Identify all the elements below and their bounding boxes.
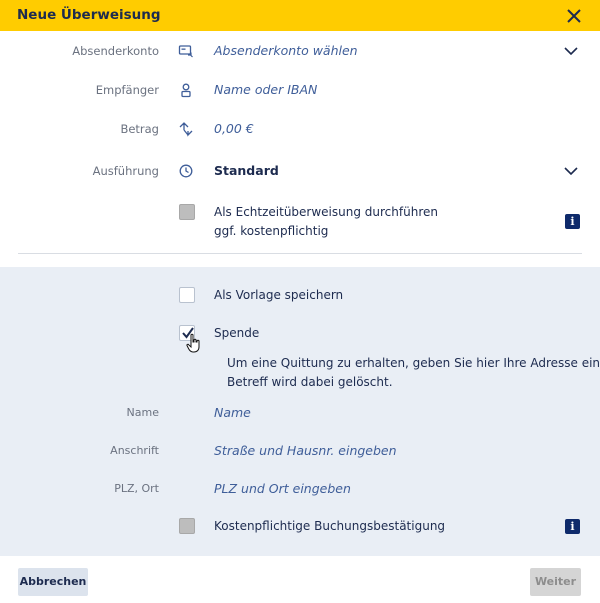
- dialog-header: Neue Überweisung: [0, 0, 600, 31]
- donation-note-line2: Betreff wird dabei gelöscht.: [227, 375, 393, 389]
- donor-address-row[interactable]: Anschrift Straße und Hausnr. eingeben: [0, 440, 600, 464]
- donor-zip-city-row[interactable]: PLZ, Ort PLZ und Ort eingeben: [0, 478, 600, 502]
- booking-confirmation-label: Kostenpflichtige Buchungsbestätigung: [214, 519, 446, 533]
- cancel-button[interactable]: Abbrechen: [18, 568, 88, 596]
- donor-zip-city-input[interactable]: PLZ und Ort eingeben: [214, 481, 351, 496]
- donor-name-label: Name: [126, 406, 159, 419]
- amount-input[interactable]: 0,00 €: [214, 121, 254, 136]
- execution-label: Ausführung: [92, 164, 159, 178]
- person-icon: [181, 83, 191, 98]
- info-icon[interactable]: i: [565, 214, 580, 229]
- amount-label: Betrag: [120, 122, 159, 136]
- hand-cursor-icon: [186, 333, 200, 353]
- section-divider: [18, 253, 582, 254]
- chevron-down-icon[interactable]: [563, 165, 579, 177]
- realtime-label-line2: ggf. kostenpflichtig: [214, 224, 329, 238]
- donor-address-label: Anschrift: [110, 444, 159, 457]
- next-button[interactable]: Weiter: [530, 568, 581, 596]
- account-card-icon: [178, 45, 193, 58]
- execution-row[interactable]: Ausführung Standard: [0, 160, 600, 184]
- save-template-label: Als Vorlage speichern: [214, 288, 344, 302]
- recipient-row[interactable]: Empfänger Name oder IBAN: [0, 79, 600, 103]
- transfer-arrows-icon: [179, 122, 193, 137]
- dialog-footer: [0, 556, 600, 603]
- save-template-checkbox[interactable]: [179, 287, 195, 303]
- realtime-label-line1: Als Echtzeitüberweisung durchführen: [214, 205, 438, 219]
- donor-name-input[interactable]: Name: [214, 405, 251, 420]
- info-icon[interactable]: i: [565, 519, 580, 534]
- execution-select[interactable]: Standard: [214, 163, 279, 178]
- donor-address-input[interactable]: Straße und Hausnr. eingeben: [214, 443, 397, 458]
- realtime-checkbox[interactable]: [179, 204, 195, 220]
- donor-name-row[interactable]: Name Name: [0, 402, 600, 426]
- sender-account-row[interactable]: Absenderkonto Absenderkonto wählen: [0, 40, 600, 64]
- booking-confirmation-checkbox[interactable]: [179, 518, 195, 534]
- donation-note-line1: Um eine Quittung zu erhalten, geben Sie …: [227, 356, 600, 370]
- donation-label: Spende: [214, 326, 260, 340]
- recipient-label: Empfänger: [95, 83, 159, 97]
- recipient-input[interactable]: Name oder IBAN: [214, 82, 317, 97]
- close-icon[interactable]: [565, 7, 583, 25]
- chevron-down-icon[interactable]: [563, 45, 579, 57]
- donor-zip-city-label: PLZ, Ort: [114, 482, 159, 495]
- sender-account-label: Absenderkonto: [72, 44, 159, 58]
- dialog-title: Neue Überweisung: [17, 7, 161, 23]
- sender-account-value[interactable]: Absenderkonto wählen: [214, 43, 358, 58]
- donation-note: Um eine Quittung zu erhalten, geben Sie …: [227, 354, 600, 392]
- amount-row[interactable]: Betrag 0,00 €: [0, 118, 600, 142]
- clock-icon: [179, 164, 193, 178]
